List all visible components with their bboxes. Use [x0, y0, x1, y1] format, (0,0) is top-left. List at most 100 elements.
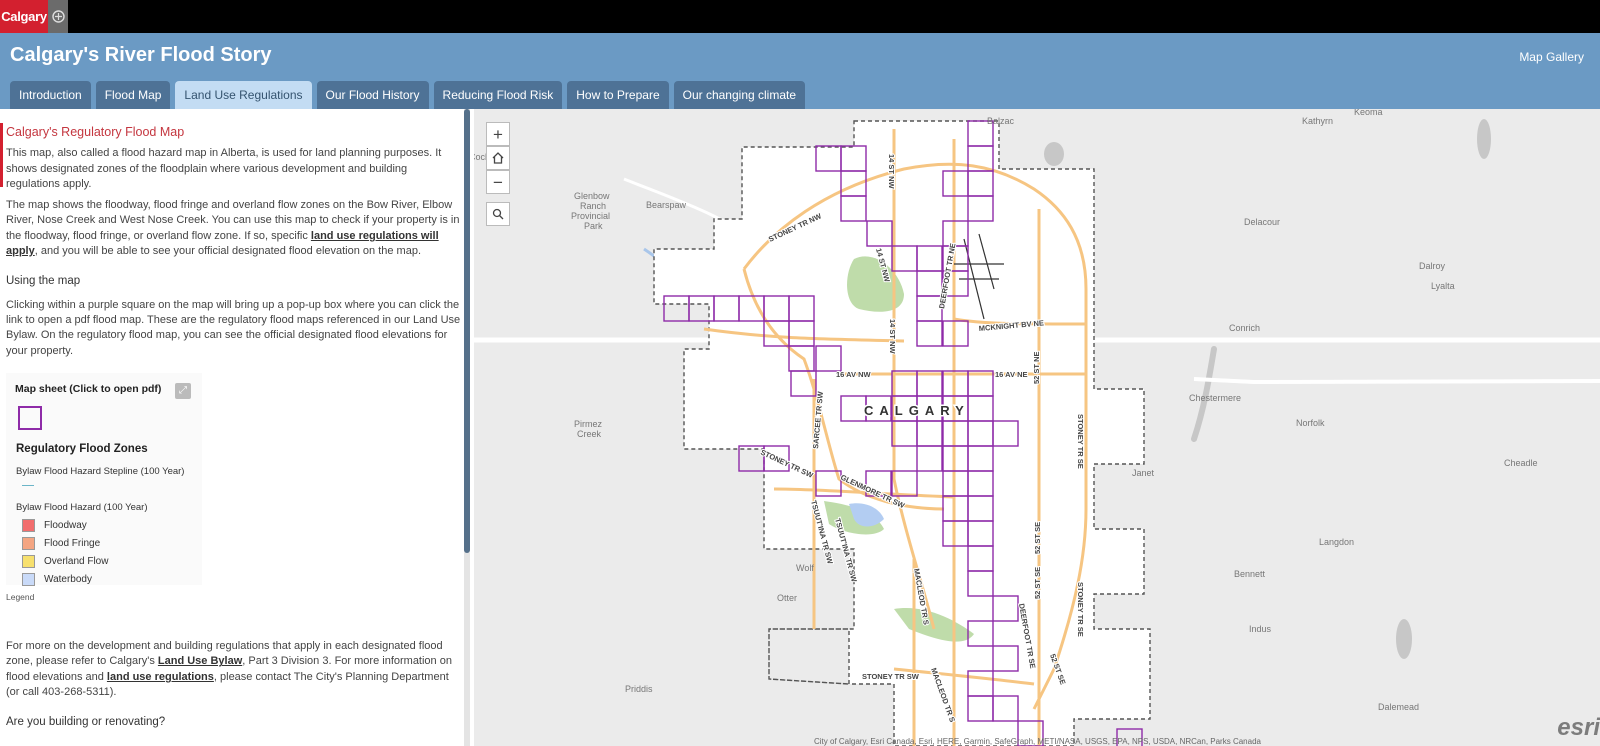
place-label: Pirmez: [574, 419, 603, 429]
road-label: 52 ST SE: [1033, 567, 1042, 599]
place-label: Dalemead: [1378, 702, 1419, 712]
esri-logo: esri: [1557, 714, 1600, 741]
search-icon[interactable]: [486, 202, 510, 226]
tab-introduction[interactable]: Introduction: [10, 81, 91, 109]
place-label: Langdon: [1319, 537, 1354, 547]
land-use-regulations-link-2[interactable]: land use regulations: [107, 671, 214, 683]
lake-balzac: [1044, 142, 1064, 166]
top-bar: Calgary: [0, 0, 1600, 33]
land-use-bylaw-link[interactable]: Land Use Bylaw: [158, 655, 242, 667]
tab-flood-map[interactable]: Flood Map: [95, 81, 171, 109]
place-label: Park: [584, 221, 603, 231]
place-label: Lyalta: [1431, 281, 1455, 291]
bylaw-paragraph: For more on the development and building…: [6, 639, 464, 700]
map-sheet-symbol: [18, 405, 42, 430]
home-icon[interactable]: [486, 146, 510, 170]
stepline-symbol: [22, 484, 34, 486]
map-sheet-title: Map sheet (Click to open pdf): [15, 382, 162, 395]
place-label: Ranch: [580, 201, 606, 211]
lake-se: [1396, 619, 1412, 659]
map-attribution: City of Calgary, Esri Canada, Esri, HERE…: [814, 737, 1261, 746]
lake-ne: [1477, 119, 1491, 159]
legend-caption: Legend: [6, 591, 35, 602]
app-title: Calgary's River Flood Story: [10, 44, 272, 66]
flood-fringe-swatch: [22, 537, 35, 550]
place-label: Conrich: [1229, 323, 1260, 333]
place-label: Glenbow: [574, 191, 610, 201]
place-label: Balzac: [987, 116, 1015, 126]
place-label: Provincial: [571, 211, 610, 221]
using-map-heading: Using the map: [6, 275, 81, 288]
tab-our-flood-history[interactable]: Our Flood History: [316, 81, 429, 109]
zones-text-b: , and you will be able to see your offic…: [34, 245, 422, 258]
road-label: 14 ST NW: [888, 319, 897, 355]
expand-icon[interactable]: ⤢: [175, 382, 191, 399]
place-label: Janet: [1132, 468, 1155, 478]
hazard-label: Bylaw Flood Hazard (100 Year): [16, 501, 148, 513]
floodway-swatch: [22, 519, 35, 532]
logo-text: Calgary: [0, 0, 48, 33]
place-label: Creek: [577, 429, 602, 439]
place-label: Delacour: [1244, 217, 1280, 227]
legend-item-label: Flood Fringe: [44, 537, 101, 549]
intro-paragraph: This map, also called a flood hazard map…: [6, 147, 442, 190]
zoom-in-button[interactable]: +: [486, 122, 510, 146]
road-label: 52 ST SE: [1033, 522, 1042, 554]
place-label: Keoma: [1354, 109, 1383, 117]
place-label: Priddis: [625, 684, 653, 694]
place-label: Chestermere: [1189, 393, 1241, 403]
city-boundary: [653, 120, 1151, 746]
section-title: Calgary's Regulatory Flood Map: [6, 125, 185, 139]
building-heading: Are you building or renovating?: [6, 716, 166, 729]
place-label: Bearspaw: [646, 200, 687, 210]
road-label: STONEY TR SW: [862, 672, 920, 681]
city-crest-icon: [48, 0, 68, 33]
map-gallery-link[interactable]: Map Gallery: [1519, 50, 1584, 64]
tab-land-use-regulations[interactable]: Land Use Regulations: [175, 81, 312, 109]
panel-scrollbar[interactable]: [464, 109, 470, 746]
app-header: Calgary's River Flood Story Map Gallery …: [0, 33, 1600, 109]
road-label: 52 ST NE: [1032, 351, 1041, 384]
panel-content: Calgary's Regulatory Flood Map This map,…: [6, 125, 464, 739]
road-label: 16 AV NW: [836, 370, 872, 379]
map-sheet: [738, 445, 765, 472]
legend-item-flood-fringe: Flood Fringe: [22, 536, 100, 551]
scrollbar-thumb[interactable]: [464, 109, 470, 553]
map-legend: Map sheet (Click to open pdf) ⤢ Regulato…: [6, 372, 202, 587]
story-tabs: Introduction Flood Map Land Use Regulati…: [10, 81, 806, 109]
tab-how-to-prepare[interactable]: How to Prepare: [567, 81, 669, 109]
place-label: Dalroy: [1419, 261, 1446, 271]
side-panel: Calgary's Regulatory Flood Map This map,…: [0, 109, 474, 746]
legend-item-overland-flow: Overland Flow: [22, 554, 108, 569]
place-label: Norfolk: [1296, 418, 1325, 428]
flood-map[interactable]: Keoma Kathyrn Balzac Glenbow Ranch Provi…: [474, 109, 1600, 746]
city-label: CALGARY: [864, 403, 970, 418]
road-label: STONEY TR SE: [1076, 414, 1085, 469]
place-label: Otter: [777, 593, 797, 603]
legend-item-label: Overland Flow: [44, 555, 109, 567]
place-label: Kathyrn: [1302, 116, 1333, 126]
hwy-1-east: [1193, 377, 1600, 385]
place-label: Wolf: [796, 563, 814, 573]
waterbody-swatch: [22, 573, 35, 586]
section-accent-bar: [0, 123, 3, 187]
road-label: 16 AV NE: [995, 370, 1028, 379]
overland-flow-swatch: [22, 555, 35, 568]
place-label: Cheadle: [1504, 458, 1538, 468]
calgary-logo[interactable]: Calgary: [0, 0, 68, 33]
place-label: Bennett: [1234, 569, 1266, 579]
using-map-paragraph: Clicking within a purple square on the m…: [6, 298, 461, 357]
road-label: 14 ST NW: [887, 154, 896, 190]
tab-our-changing-climate[interactable]: Our changing climate: [673, 81, 806, 109]
legend-item-label: Waterbody: [44, 573, 92, 585]
road-label: STONEY TR SE: [1076, 582, 1085, 637]
flood-zones-title: Regulatory Flood Zones: [16, 442, 148, 455]
zoom-out-button[interactable]: −: [486, 170, 510, 194]
basemap-svg: Keoma Kathyrn Balzac Glenbow Ranch Provi…: [474, 109, 1600, 746]
legend-item-label: Floodway: [44, 519, 87, 531]
legend-item-waterbody: Waterbody: [22, 572, 92, 587]
tab-reducing-flood-risk[interactable]: Reducing Flood Risk: [433, 81, 563, 109]
zones-paragraph: The map shows the floodway, flood fringe…: [6, 198, 464, 259]
legend-item-floodway: Floodway: [22, 518, 87, 533]
place-label: Indus: [1249, 624, 1272, 634]
